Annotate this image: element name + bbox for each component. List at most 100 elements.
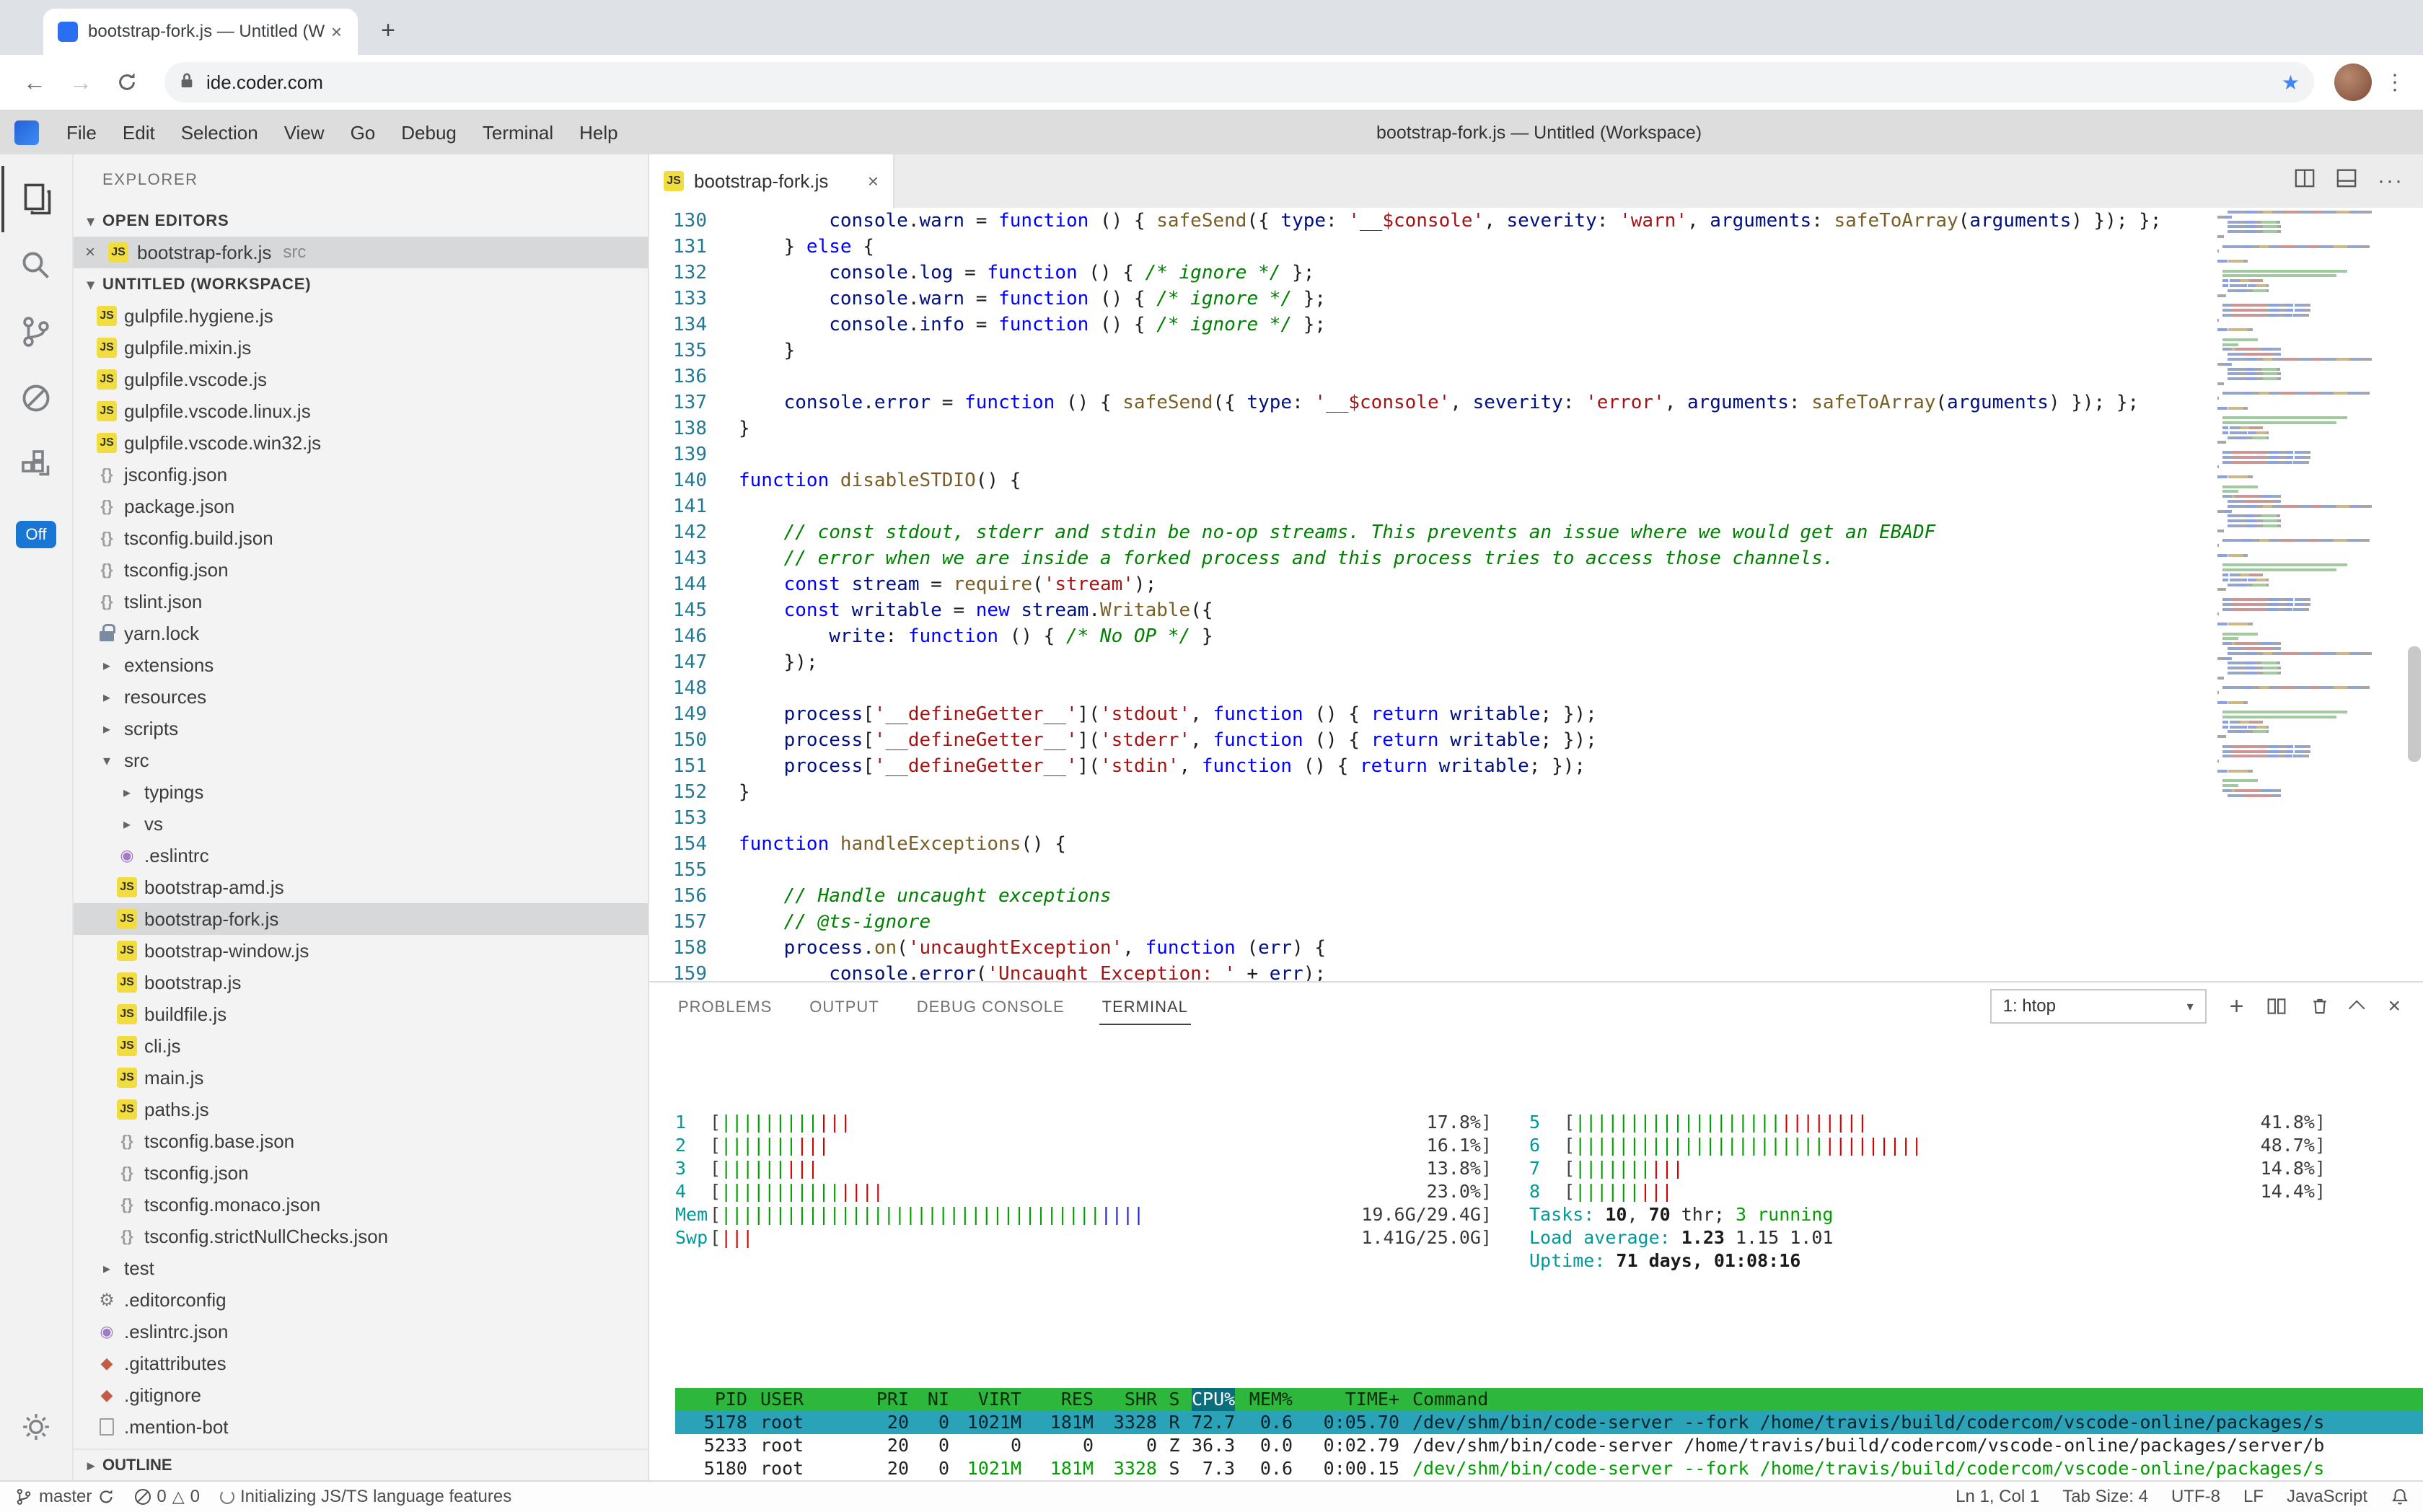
tree-item-package.json[interactable]: {}package.json [74,491,648,522]
close-panel-icon[interactable]: × [2388,994,2401,1019]
htop-row-5233[interactable]: 5233root200000Z36.30.00:02.79/dev/shm/bi… [675,1434,2423,1457]
tree-item-bootstrap-amd.js[interactable]: JSbootstrap-amd.js [74,871,648,903]
menu-edit[interactable]: Edit [110,116,168,150]
editor-scrollbar[interactable] [2405,208,2423,981]
menu-selection[interactable]: Selection [168,116,271,150]
browser-tab[interactable]: bootstrap-fork.js — Untitled (W × [43,9,358,55]
tree-item-tsconfig.json[interactable]: {}tsconfig.json [74,1157,648,1189]
menu-go[interactable]: Go [338,116,389,150]
open-editor-item[interactable]: × JS bootstrap-fork.js src [74,237,648,268]
avatar[interactable] [2334,63,2372,101]
url-bar[interactable]: ide.coder.com ★ [164,62,2314,102]
menu-debug[interactable]: Debug [388,116,470,150]
back-icon[interactable]: ← [14,62,55,102]
maximize-panel-icon[interactable] [2353,1001,2365,1012]
source-control-icon[interactable] [1,299,71,365]
debug-icon[interactable] [1,365,71,431]
editor-tab-close-icon[interactable]: × [868,170,879,193]
tree-item-bootstrap-window.js[interactable]: JSbootstrap-window.js [74,935,648,967]
htop-col-mem[interactable]: MEM% [1235,1388,1293,1411]
terminal-select[interactable]: 1: htop ▾ [1990,989,2207,1024]
tree-item-tslint.json[interactable]: {}tslint.json [74,586,648,617]
htop-col-cpu[interactable]: CPU% [1192,1388,1235,1411]
tree-item-.editorconfig[interactable]: ⚙.editorconfig [74,1284,648,1316]
htop-col-ni[interactable]: NI [909,1388,949,1411]
new-terminal-icon[interactable]: + [2230,993,2244,1021]
htop-col-s[interactable]: S [1157,1388,1192,1411]
tree-item-.eslintrc.json[interactable]: ◉.eslintrc.json [74,1316,648,1348]
tree-item-gulpfile.hygiene.js[interactable]: JSgulpfile.hygiene.js [74,300,648,332]
tree-item-gulpfile.vscode.linux.js[interactable]: JSgulpfile.vscode.linux.js [74,395,648,427]
code-editor[interactable]: 130 console.warn = function () { safeSen… [649,208,2423,981]
tab-close-icon[interactable]: × [327,21,346,43]
tab-size[interactable]: Tab Size: 4 [2062,1487,2148,1507]
menu-help[interactable]: Help [566,116,630,150]
forward-icon[interactable]: → [61,62,101,102]
open-editors-header[interactable]: ▾ OPEN EDITORS [74,205,648,237]
tree-item-gulpfile.vscode.win32.js[interactable]: JSgulpfile.vscode.win32.js [74,427,648,459]
tree-item-.gitignore[interactable]: ◆.gitignore [74,1379,648,1411]
eol[interactable]: LF [2243,1487,2264,1507]
kill-terminal-icon[interactable] [2310,996,2330,1016]
tree-item-bootstrap.js[interactable]: JSbootstrap.js [74,967,648,998]
tree-item-.eslintrc[interactable]: ◉.eslintrc [74,840,648,871]
bookmark-star-icon[interactable]: ★ [2282,71,2300,94]
cursor-position[interactable]: Ln 1, Col 1 [1956,1487,2039,1507]
tree-item-tsconfig.json[interactable]: {}tsconfig.json [74,554,648,586]
reload-icon[interactable] [107,62,147,102]
git-branch-item[interactable]: master [14,1487,115,1507]
scrollbar-thumb[interactable] [2408,646,2421,762]
htop-col-command[interactable]: Command [1399,1388,2423,1411]
close-icon[interactable]: × [85,242,108,263]
app-logo-icon[interactable] [14,120,39,145]
tree-item-buildfile.js[interactable]: JSbuildfile.js [74,998,648,1030]
tree-item-.mention-bot[interactable]: .mention-bot [74,1411,648,1443]
split-terminal-icon[interactable] [2266,996,2287,1016]
new-tab-button[interactable]: + [369,12,407,49]
explorer-icon[interactable] [1,166,71,232]
menu-view[interactable]: View [271,116,338,150]
tree-item-main.js[interactable]: JSmain.js [74,1062,648,1094]
tree-item-gulpfile.vscode.js[interactable]: JSgulpfile.vscode.js [74,364,648,395]
panel-tab-problems[interactable]: PROBLEMS [675,988,775,1025]
tree-item-tsconfig.strictNullChecks.json[interactable]: {}tsconfig.strictNullChecks.json [74,1221,648,1252]
outline-header[interactable]: ▸ OUTLINE [74,1449,648,1480]
panel-tab-output[interactable]: OUTPUT [806,988,881,1025]
editor-tab[interactable]: JS bootstrap-fork.js × [649,154,894,208]
tree-item-cli.js[interactable]: JScli.js [74,1030,648,1062]
tree-item-scripts[interactable]: ▸scripts [74,713,648,744]
tree-item-paths.js[interactable]: JSpaths.js [74,1094,648,1125]
split-editor-icon[interactable] [2294,167,2316,195]
htop-row-5180[interactable]: 5180root2001021M181M3328S7.30.60:00.15/d… [675,1457,2423,1480]
tree-item-tsconfig.base.json[interactable]: {}tsconfig.base.json [74,1125,648,1157]
tree-item-tsconfig.monaco.json[interactable]: {}tsconfig.monaco.json [74,1189,648,1221]
panel-tab-debug-console[interactable]: DEBUG CONSOLE [914,988,1068,1025]
htop-row-5178[interactable]: 5178root2001021M181M3328R72.70.60:05.70/… [675,1411,2423,1434]
notifications-bell-icon[interactable] [2391,1487,2409,1506]
tree-item-jsconfig.json[interactable]: {}jsconfig.json [74,459,648,491]
terminal-view[interactable]: 1[||||||||||||17.8%]5[||||||||||||||||||… [649,1030,2423,1480]
htop-col-res[interactable]: RES [1021,1388,1094,1411]
htop-col-time[interactable]: TIME+ [1293,1388,1399,1411]
tree-item-vs[interactable]: ▸vs [74,808,648,840]
status-message[interactable]: Initializing JS/TS language features [220,1487,511,1507]
panel-tab-terminal[interactable]: TERMINAL [1099,988,1191,1025]
tree-item-extensions[interactable]: ▸extensions [74,649,648,681]
menu-file[interactable]: File [53,116,110,150]
language-mode[interactable]: JavaScript [2287,1487,2367,1507]
encoding[interactable]: UTF-8 [2171,1487,2220,1507]
tree-item-typings[interactable]: ▸typings [74,776,648,808]
htop-col-pid[interactable]: PID [675,1388,747,1411]
tree-item-src[interactable]: ▾src [74,744,648,776]
tree-item-tsconfig.build.json[interactable]: {}tsconfig.build.json [74,522,648,554]
extensions-icon[interactable] [1,431,71,498]
menu-terminal[interactable]: Terminal [470,116,566,150]
tree-item-gulpfile.mixin.js[interactable]: JSgulpfile.mixin.js [74,332,648,364]
toggle-layout-icon[interactable] [2336,167,2357,195]
tree-item-bootstrap-fork.js[interactable]: JSbootstrap-fork.js [74,903,648,935]
htop-col-pri[interactable]: PRI [851,1388,909,1411]
tree-item-resources[interactable]: ▸resources [74,681,648,713]
tree-item-.gitattributes[interactable]: ◆.gitattributes [74,1348,648,1379]
more-actions-icon[interactable]: ··· [2378,169,2404,193]
htop-col-user[interactable]: USER [747,1388,851,1411]
